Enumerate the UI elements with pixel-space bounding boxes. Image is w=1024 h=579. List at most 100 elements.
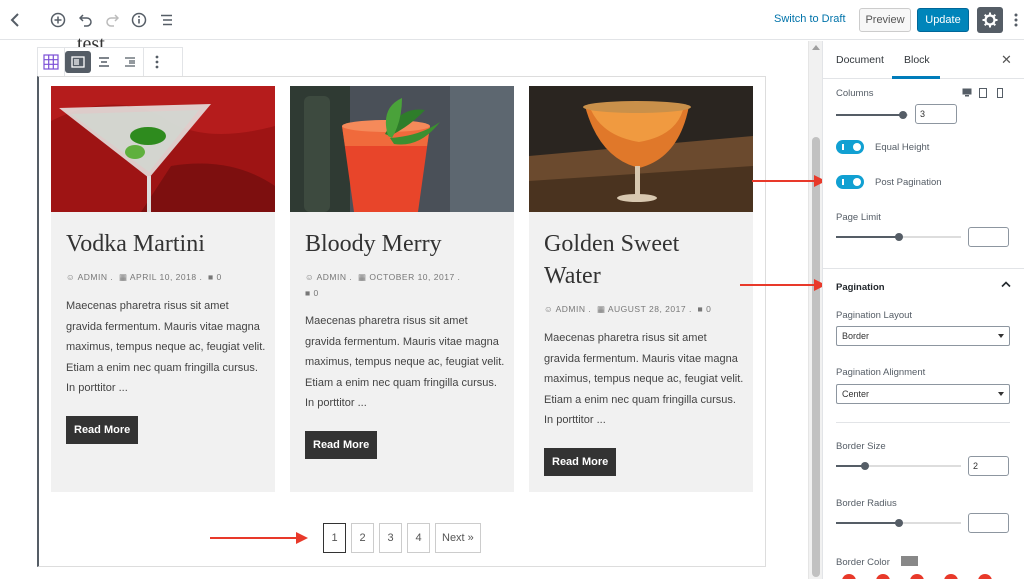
- switch-to-draft-link[interactable]: Switch to Draft: [774, 13, 846, 25]
- pagination-panel-title[interactable]: Pagination: [836, 282, 885, 293]
- columns-slider[interactable]: [836, 111, 908, 119]
- block-toolbar: [37, 47, 183, 77]
- calendar-icon: ▦: [118, 272, 128, 282]
- chevron-left-icon[interactable]: [4, 9, 26, 31]
- pagination-page-1[interactable]: 1: [323, 523, 346, 553]
- color-palette: [836, 574, 1010, 579]
- border-radius-input[interactable]: [968, 513, 1009, 533]
- pagination-alignment-select[interactable]: Center: [836, 384, 1010, 404]
- block-type-grid-icon[interactable]: [38, 48, 64, 76]
- border-size-input[interactable]: 2: [968, 456, 1009, 476]
- annotation-arrow-pagination: [210, 532, 308, 544]
- post-meta: ☺ ADMIN . ▦ AUGUST 28, 2017 . ■ 0: [544, 304, 712, 314]
- panel-divider: [823, 268, 1024, 269]
- calendar-icon: ▦: [596, 304, 606, 314]
- scroll-thumb[interactable]: [812, 137, 820, 577]
- pagination-page-2[interactable]: 2: [351, 523, 374, 553]
- equal-height-toggle[interactable]: [836, 140, 864, 154]
- tablet-icon[interactable]: [979, 88, 987, 100]
- tab-document[interactable]: Document: [836, 54, 884, 66]
- section-divider: [836, 422, 1010, 423]
- info-icon[interactable]: [128, 9, 150, 31]
- pagination-next[interactable]: Next »: [435, 523, 481, 553]
- border-radius-slider-thumb[interactable]: [895, 519, 903, 527]
- editor-scrollbar[interactable]: [808, 41, 822, 579]
- post-author[interactable]: ADMIN: [78, 272, 108, 282]
- post-comments[interactable]: 0: [217, 272, 222, 282]
- pagination-layout-value: Border: [842, 331, 870, 341]
- tab-block[interactable]: Block: [904, 54, 930, 66]
- post-excerpt: Maecenas pharetra risus sit amet gravida…: [544, 332, 744, 426]
- post-meta: ☺ ADMIN . ▦ OCTOBER 10, 2017 . ■ 0: [305, 272, 461, 298]
- comment-icon: ■: [208, 272, 214, 282]
- columns-input[interactable]: 3: [915, 104, 957, 124]
- page-limit-slider-fill: [836, 236, 899, 238]
- page-limit-slider[interactable]: [836, 233, 961, 241]
- redo-icon[interactable]: [101, 9, 123, 31]
- pagination-layout-label: Pagination Layout: [836, 310, 913, 321]
- post-date[interactable]: APRIL 10, 2018: [130, 272, 197, 282]
- post-pagination-toggle[interactable]: [836, 175, 864, 189]
- color-option[interactable]: [876, 574, 890, 579]
- chevron-up-icon[interactable]: [1001, 279, 1011, 291]
- align-left-icon[interactable]: [65, 51, 91, 73]
- post-excerpt: Maecenas pharetra risus sit amet gravida…: [305, 315, 505, 409]
- post-comments[interactable]: 0: [706, 304, 711, 314]
- post-title-heading[interactable]: Vodka Martini: [66, 228, 261, 260]
- align-right-icon[interactable]: [117, 48, 143, 76]
- desktop-icon[interactable]: [962, 88, 972, 99]
- color-option[interactable]: [978, 574, 992, 579]
- color-option[interactable]: [944, 574, 958, 579]
- post-title-heading[interactable]: Golden Sweet Water: [544, 228, 739, 292]
- align-center-icon[interactable]: [91, 48, 117, 76]
- border-size-slider-thumb[interactable]: [861, 462, 869, 470]
- post-date[interactable]: AUGUST 28, 2017: [608, 304, 686, 314]
- plus-circle-icon[interactable]: [47, 9, 69, 31]
- chevron-down-icon: [998, 392, 1004, 396]
- page-limit-slider-thumb[interactable]: [895, 233, 903, 241]
- border-size-label: Border Size: [836, 441, 886, 452]
- pagination-alignment-label: Pagination Alignment: [836, 367, 926, 378]
- list-icon[interactable]: [156, 9, 178, 31]
- read-more-button[interactable]: Read More: [66, 416, 139, 444]
- border-size-slider[interactable]: [836, 462, 961, 470]
- pagination-page-3[interactable]: 3: [379, 523, 402, 553]
- read-more-button[interactable]: Read More: [305, 431, 378, 459]
- settings-sidebar: Document Block ✕ Columns 3 Equal Height …: [822, 41, 1024, 579]
- block-more-options-icon[interactable]: [144, 48, 170, 76]
- settings-gear-button[interactable]: [977, 7, 1003, 33]
- preview-button[interactable]: Preview: [859, 8, 911, 32]
- post-excerpt: Maecenas pharetra risus sit amet gravida…: [66, 300, 266, 394]
- columns-slider-thumb[interactable]: [899, 111, 907, 119]
- post-grid-block[interactable]: Vodka Martini ☺ ADMIN . ▦ APRIL 10, 2018…: [37, 76, 766, 567]
- mobile-icon[interactable]: [997, 88, 1003, 100]
- post-author[interactable]: ADMIN: [556, 304, 586, 314]
- user-icon: ☺: [544, 304, 554, 314]
- close-icon[interactable]: ✕: [1001, 52, 1012, 68]
- post-image-bloody-merry: [290, 86, 514, 212]
- post-pagination-label: Post Pagination: [875, 177, 942, 188]
- post-card: Vodka Martini ☺ ADMIN . ▦ APRIL 10, 2018…: [51, 86, 275, 492]
- editor-canvas: test Vodka Martini ☺ ADMIN . ▦ APRIL 10,…: [0, 33, 822, 579]
- chevron-down-icon: [998, 334, 1004, 338]
- undo-icon[interactable]: [75, 9, 97, 31]
- pagination-layout-select[interactable]: Border: [836, 326, 1010, 346]
- equal-height-label: Equal Height: [875, 142, 930, 153]
- page-limit-input[interactable]: [968, 227, 1009, 247]
- post-title-heading[interactable]: Bloody Merry: [305, 228, 500, 260]
- annotation-arrow-pagination-section: [740, 279, 826, 291]
- post-date[interactable]: OCTOBER 10, 2017: [369, 272, 454, 282]
- read-more-button[interactable]: Read More: [544, 448, 617, 476]
- color-option[interactable]: [910, 574, 924, 579]
- update-button[interactable]: Update: [917, 8, 969, 32]
- color-option[interactable]: [842, 574, 856, 579]
- border-color-swatch[interactable]: [901, 556, 918, 566]
- pagination-page-4[interactable]: 4: [407, 523, 430, 553]
- pagination-alignment-value: Center: [842, 389, 870, 399]
- post-author[interactable]: ADMIN: [317, 272, 347, 282]
- border-radius-slider[interactable]: [836, 519, 961, 527]
- comment-icon: ■: [305, 288, 311, 298]
- more-options-icon[interactable]: [1010, 9, 1022, 31]
- post-comments[interactable]: 0: [314, 288, 319, 298]
- scroll-up-arrow[interactable]: [812, 45, 820, 50]
